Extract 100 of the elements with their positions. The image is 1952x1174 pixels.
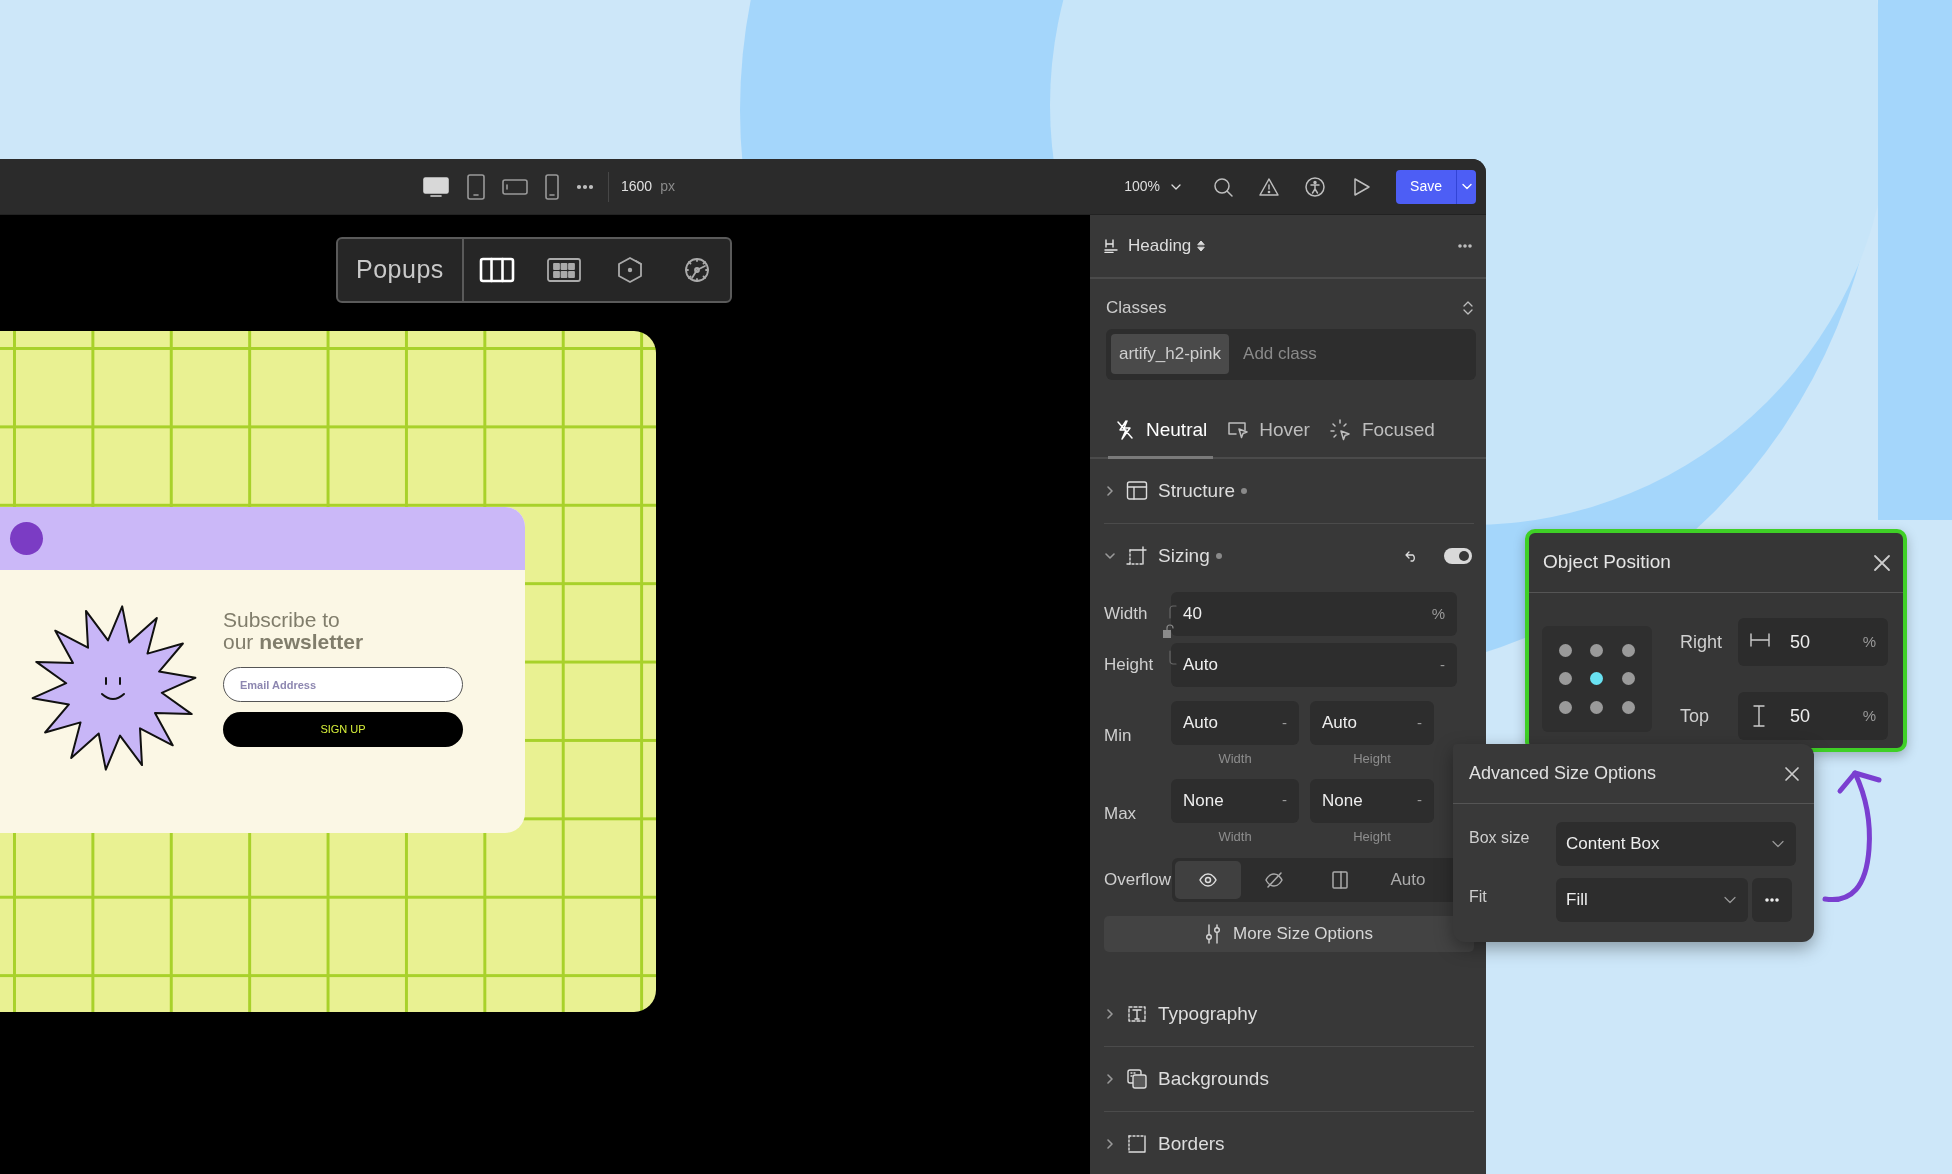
newsletter-heading: Subscribe to our newsletter bbox=[223, 609, 365, 653]
field-caption: Width bbox=[1217, 827, 1253, 846]
save-options-button[interactable] bbox=[1456, 169, 1476, 204]
fit-select[interactable]: Fill bbox=[1556, 878, 1748, 922]
warning-icon bbox=[1258, 175, 1281, 198]
height-label: Height bbox=[1104, 654, 1155, 677]
eye-icon bbox=[1199, 871, 1217, 889]
search-icon bbox=[1212, 175, 1235, 198]
close-icon bbox=[1784, 765, 1800, 782]
section-title[interactable]: Structure bbox=[1158, 476, 1236, 506]
device-button[interactable] bbox=[466, 173, 486, 200]
chevron-down-icon bbox=[1170, 182, 1183, 191]
expand-button[interactable] bbox=[1462, 299, 1474, 316]
section-title[interactable]: Typography bbox=[1158, 999, 1258, 1029]
anchor-dot[interactable] bbox=[1559, 643, 1573, 657]
chevron-up-down-icon bbox=[1462, 299, 1474, 316]
toggle-switch[interactable] bbox=[1444, 548, 1472, 564]
desktop-icon bbox=[422, 175, 450, 198]
device-button[interactable] bbox=[422, 175, 450, 198]
accessibility-icon bbox=[1304, 175, 1327, 198]
close-icon bbox=[1873, 553, 1891, 572]
device-button[interactable] bbox=[502, 177, 528, 196]
more-size-options-button[interactable]: More Size Options bbox=[1104, 916, 1474, 952]
state-tab[interactable]: Focused bbox=[1323, 407, 1441, 459]
overflow-option[interactable] bbox=[1175, 861, 1241, 899]
max-field[interactable]: None - bbox=[1310, 778, 1434, 823]
text-box-icon bbox=[1126, 1003, 1148, 1025]
anchor-dot[interactable] bbox=[1590, 672, 1604, 686]
header-dot bbox=[10, 522, 43, 555]
canvas-width-value[interactable]: 1600 bbox=[621, 176, 653, 197]
anchor-dot[interactable] bbox=[1559, 701, 1573, 715]
sort-icon bbox=[1197, 240, 1206, 252]
save-button[interactable]: Save bbox=[1396, 169, 1456, 204]
more-button[interactable] bbox=[576, 183, 594, 190]
width-field[interactable]: 40 % bbox=[1171, 592, 1457, 636]
min-field[interactable]: Auto - bbox=[1310, 701, 1434, 745]
more-icon bbox=[576, 183, 594, 190]
sliders-icon bbox=[1205, 924, 1222, 944]
section-title[interactable]: Backgrounds bbox=[1158, 1064, 1269, 1094]
email-field[interactable]: Email Address bbox=[223, 667, 463, 702]
toolbar-button[interactable] bbox=[1212, 175, 1235, 198]
width-unit: px bbox=[660, 177, 675, 196]
anchor-dot[interactable] bbox=[1621, 672, 1635, 686]
anchor-dot[interactable] bbox=[1590, 643, 1604, 657]
expand-toggle[interactable] bbox=[1104, 1073, 1116, 1085]
layers-icon bbox=[1126, 1068, 1148, 1090]
top-offset-field[interactable]: 50 % bbox=[1738, 692, 1888, 740]
expand-toggle[interactable] bbox=[1104, 1138, 1116, 1150]
border-icon bbox=[1126, 1133, 1148, 1155]
phone-icon bbox=[544, 173, 560, 200]
cursor-sparkle-icon bbox=[1329, 418, 1352, 441]
expand-toggle[interactable] bbox=[1104, 1008, 1116, 1020]
state-tab[interactable]: Neutral bbox=[1108, 407, 1214, 459]
expand-toggle[interactable] bbox=[1104, 485, 1116, 497]
chevron-down-icon bbox=[1104, 550, 1116, 562]
anchor-dot[interactable] bbox=[1559, 672, 1573, 686]
chevron-down-icon bbox=[1772, 840, 1784, 848]
expand-toggle[interactable] bbox=[1104, 550, 1116, 562]
tablet-icon bbox=[466, 173, 486, 200]
anchor-dot[interactable] bbox=[1590, 701, 1604, 715]
more-button[interactable] bbox=[1458, 244, 1472, 248]
classes-title: Classes bbox=[1106, 297, 1167, 319]
zoom-dropdown[interactable]: 100% bbox=[1124, 176, 1183, 197]
section-title[interactable]: Sizing bbox=[1158, 541, 1210, 571]
height-field[interactable]: Auto - bbox=[1171, 643, 1457, 687]
eye-off-icon bbox=[1265, 871, 1283, 889]
close-button[interactable] bbox=[1873, 553, 1891, 572]
toolbar-button[interactable] bbox=[1304, 175, 1327, 198]
max-field[interactable]: None - bbox=[1171, 778, 1299, 823]
field-caption: Width bbox=[1217, 750, 1253, 768]
panel-icon bbox=[1331, 871, 1349, 889]
class-field[interactable]: artify_h2-pink Add class bbox=[1106, 328, 1476, 380]
more-icon bbox=[1765, 898, 1779, 902]
more-icon bbox=[1458, 244, 1472, 248]
popup-title: Advanced Size Options bbox=[1469, 762, 1657, 785]
device-button[interactable] bbox=[544, 173, 560, 200]
box-size-select[interactable]: Content Box bbox=[1556, 822, 1796, 866]
chevron-down-icon bbox=[1724, 896, 1736, 904]
right-label: Right bbox=[1680, 630, 1724, 654]
width-label: Width bbox=[1104, 603, 1149, 626]
anchor-dot[interactable] bbox=[1621, 643, 1635, 657]
right-offset-field[interactable]: 50 % bbox=[1738, 618, 1888, 666]
element-selector[interactable]: Heading bbox=[1128, 233, 1206, 259]
toolbar-button[interactable] bbox=[1258, 175, 1281, 198]
chevron-right-icon bbox=[1104, 1073, 1116, 1085]
resize-corner-icon bbox=[1126, 545, 1148, 567]
section-title[interactable]: Borders bbox=[1158, 1129, 1225, 1159]
heading-icon bbox=[1104, 239, 1118, 253]
grid-icon bbox=[545, 255, 582, 285]
state-tab[interactable]: Hover bbox=[1221, 407, 1316, 459]
more-button[interactable] bbox=[1752, 878, 1792, 922]
min-field[interactable]: Auto - bbox=[1171, 701, 1299, 745]
fit-label: Fit bbox=[1469, 887, 1488, 907]
overflow-option[interactable]: Auto bbox=[1373, 861, 1443, 899]
bolt-off-icon bbox=[1114, 418, 1136, 441]
class-tag[interactable]: artify_h2-pink bbox=[1111, 334, 1230, 374]
close-button[interactable] bbox=[1784, 765, 1800, 782]
anchor-dot[interactable] bbox=[1621, 701, 1635, 715]
tablet-landscape-icon bbox=[502, 177, 528, 196]
sign-up-button[interactable]: SIGN UP bbox=[223, 712, 463, 747]
